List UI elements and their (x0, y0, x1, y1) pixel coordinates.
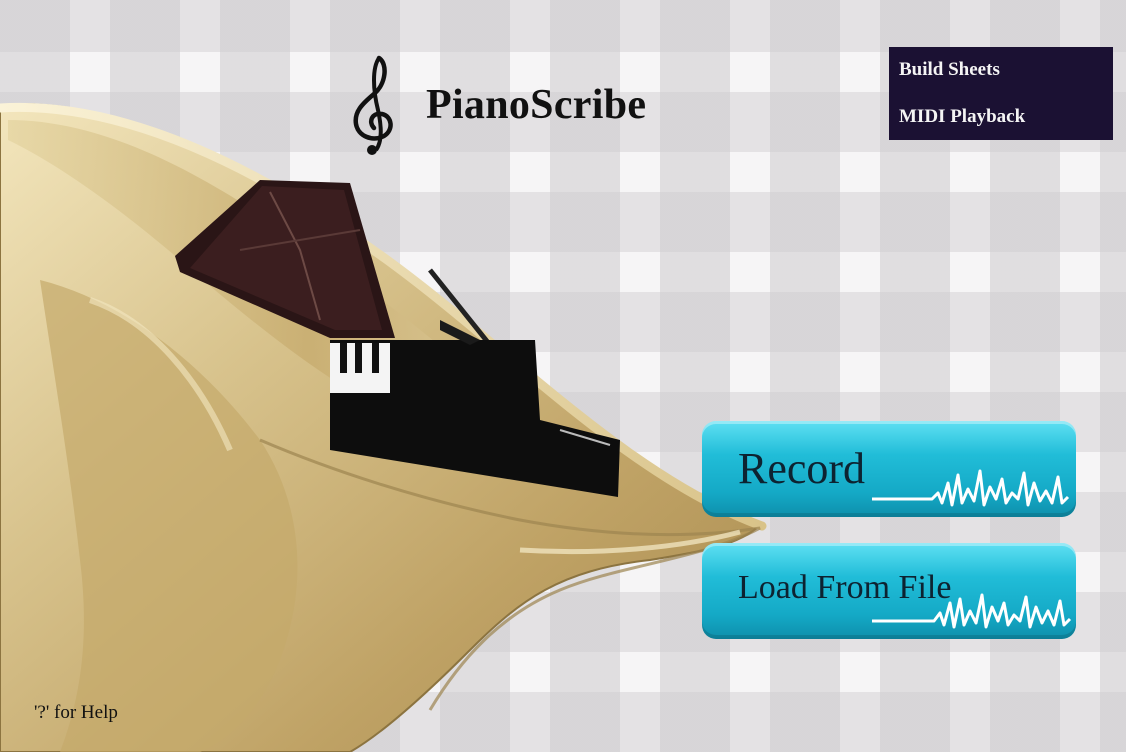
treble-clef-icon (353, 55, 393, 155)
app-title: PianoScribe (426, 82, 647, 128)
waveform-icon (872, 593, 1072, 629)
waveform-icon (872, 469, 1070, 507)
load-from-file-button[interactable]: Load From File (702, 543, 1076, 639)
menu-item-midi-playback[interactable]: MIDI Playback (899, 102, 1103, 132)
app-header: PianoScribe (346, 50, 646, 160)
app-window: PianoScribe Build Sheets MIDI Playback R… (0, 0, 1126, 752)
record-button[interactable]: Record (702, 421, 1076, 517)
record-button-label: Record (738, 444, 866, 493)
help-hint: '?' for Help (34, 702, 118, 723)
menu-item-build-sheets[interactable]: Build Sheets (899, 55, 1103, 85)
nav-menu: Build Sheets MIDI Playback (889, 47, 1113, 140)
